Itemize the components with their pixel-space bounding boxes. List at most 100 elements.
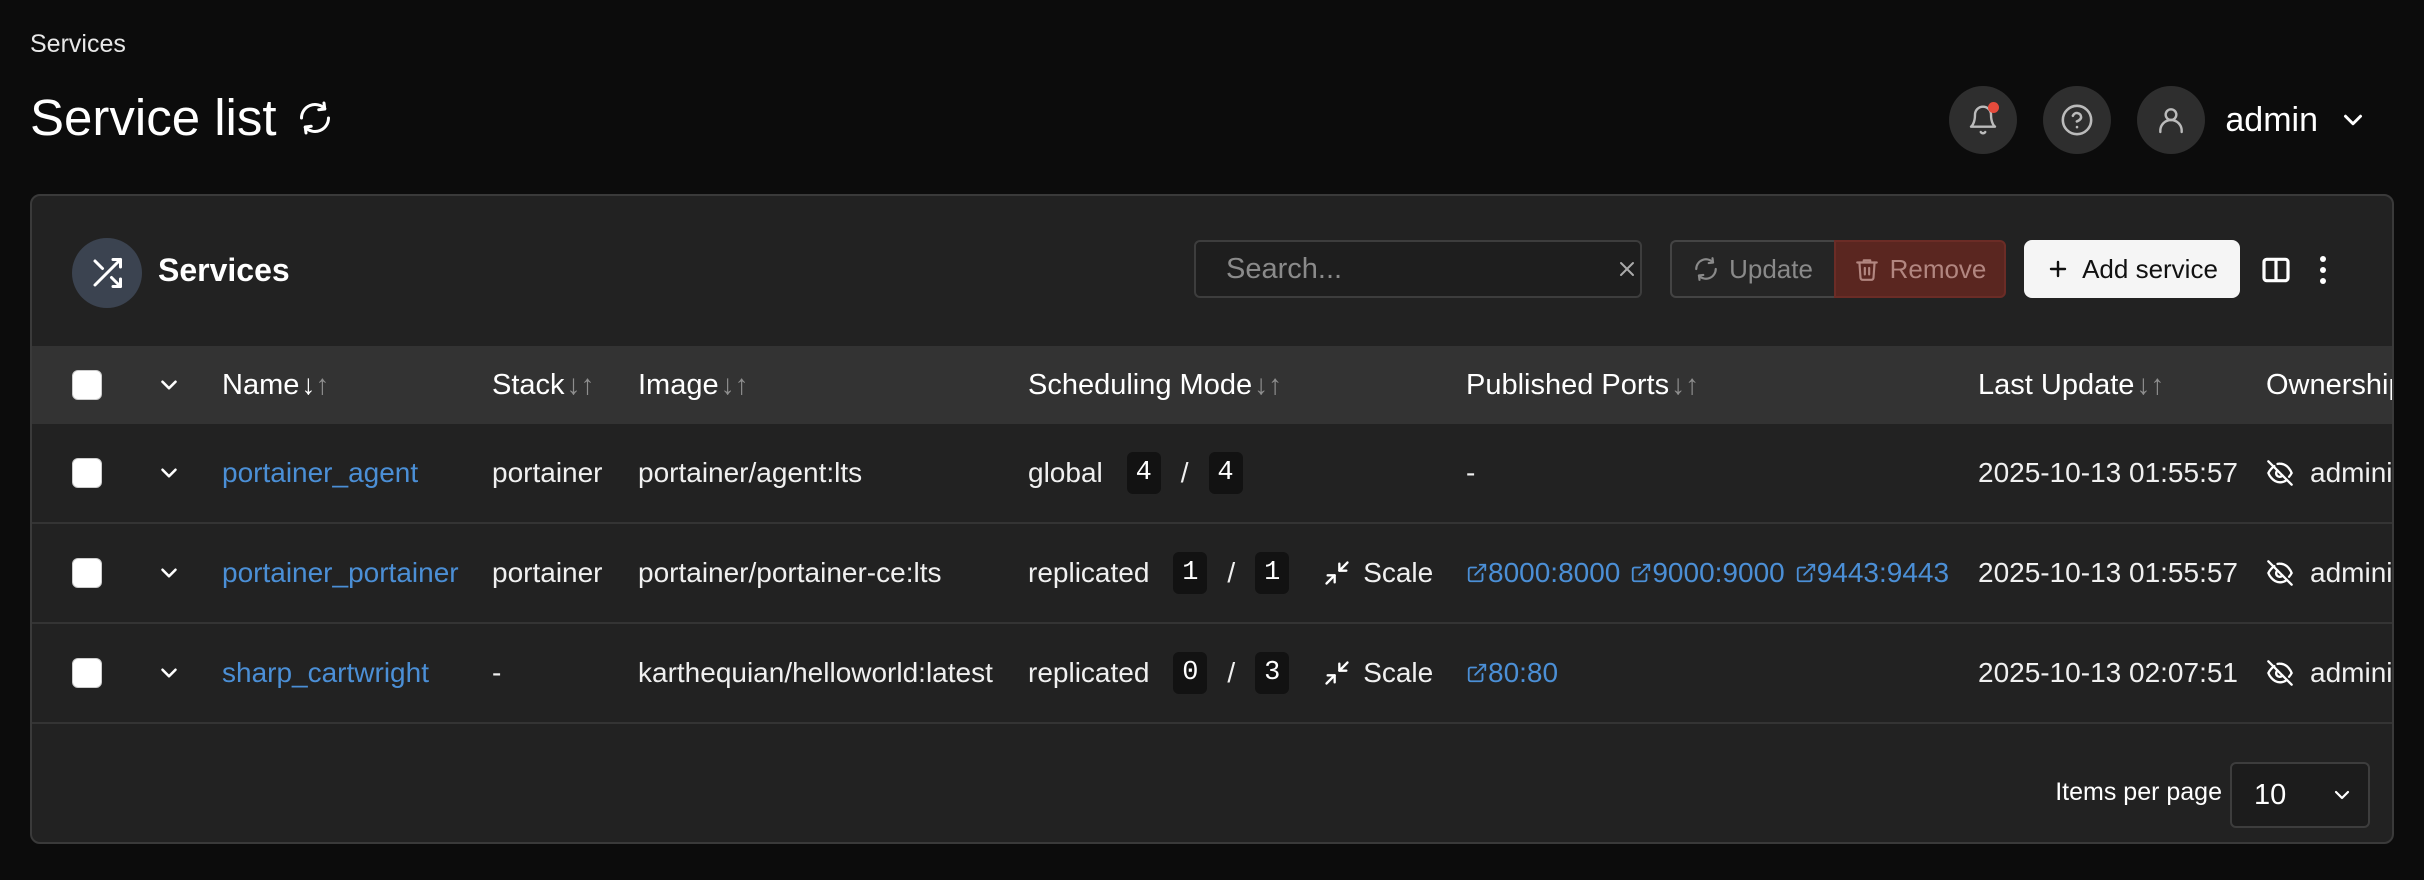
scale-button[interactable]: Scale — [1323, 657, 1433, 689]
sort-down-glyph: ↓ — [301, 369, 316, 400]
row-expand-button[interactable] — [156, 460, 182, 486]
sort-indicator: ↓↑ — [721, 369, 749, 401]
external-link-icon — [1467, 563, 1487, 583]
port-value: 8000:8000 — [1488, 557, 1621, 588]
port-value: 80:80 — [1488, 657, 1559, 688]
sort-up-glyph: ↑ — [315, 369, 330, 400]
items-per-page-value: 10 — [2254, 778, 2287, 811]
eye-off-icon — [2267, 460, 2293, 486]
sort-down-glyph: ↓ — [720, 369, 735, 400]
add-service-button[interactable]: Add service — [2024, 240, 2240, 298]
port-link[interactable]: 9000:9000 — [1630, 557, 1785, 589]
help-button[interactable] — [2043, 86, 2112, 154]
row-checkbox[interactable] — [72, 658, 102, 688]
port-link[interactable]: 9443:9443 — [1795, 557, 1949, 589]
row-checkbox[interactable] — [72, 558, 102, 588]
help-circle-icon — [2061, 104, 2093, 136]
notifications-button[interactable] — [1949, 86, 2018, 154]
service-image: portainer/portainer-ce:lts — [638, 557, 942, 588]
ownership-cell: administrators — [2266, 424, 2392, 522]
ownership-value: administrators — [2310, 657, 2393, 688]
chevron-down-icon — [2344, 114, 2362, 126]
select-all-checkbox[interactable] — [72, 370, 102, 400]
desired-tasks-badge: 1 — [1255, 552, 1290, 594]
table-row: portainer_portainer portainer portainer/… — [32, 524, 2392, 624]
refresh-icon — [299, 101, 330, 134]
column-header-published-ports[interactable]: Published Ports ↓↑ — [1466, 346, 1699, 424]
plus-icon — [2049, 260, 2067, 278]
service-image: portainer/agent:lts — [638, 457, 863, 488]
last-update: 2025-10-13 01:55:57 — [1978, 457, 2238, 488]
page-title: Service list — [30, 89, 277, 146]
column-header-image[interactable]: Image ↓↑ — [638, 346, 749, 424]
expand-all-button[interactable] — [156, 346, 182, 424]
add-service-label: Add service — [2082, 253, 2218, 284]
external-link-icon — [1467, 663, 1487, 683]
scale-button[interactable]: Scale — [1323, 557, 1433, 589]
remove-button[interactable]: Remove — [1834, 240, 2006, 298]
table-row: portainer_agent portainer portainer/agen… — [32, 424, 2392, 524]
services-panel: Services Update Remove Add service — [30, 194, 2394, 844]
column-header-ownership[interactable]: Ownership — [2266, 346, 2394, 424]
column-header-name[interactable]: Name ↓↑ — [222, 346, 329, 424]
scheduling-cell: replicated 0 / 3 Scale — [1028, 624, 1433, 722]
columns-icon — [2262, 257, 2290, 283]
column-label: Ownership — [2266, 368, 2394, 401]
column-label: Image — [638, 368, 719, 401]
search-input[interactable] — [1226, 252, 1603, 286]
refresh-button[interactable] — [295, 98, 335, 138]
column-header-last-update[interactable]: Last Update ↓↑ — [1978, 346, 2164, 424]
row-expand-button[interactable] — [156, 560, 182, 586]
sort-up-glyph: ↑ — [2150, 369, 2165, 400]
column-header-scheduling-mode[interactable]: Scheduling Mode ↓↑ — [1028, 346, 1282, 424]
sort-up-glyph: ↑ — [1268, 369, 1283, 400]
chevron-down-icon — [161, 568, 177, 578]
update-button[interactable]: Update — [1670, 240, 1834, 298]
row-expand-button[interactable] — [156, 660, 182, 686]
chevron-down-icon — [161, 468, 177, 478]
trash-icon — [1855, 259, 1878, 281]
scheduling-cell: global 4 / 4 — [1028, 424, 1243, 522]
port-value: 9443:9443 — [1816, 557, 1950, 588]
user-menu[interactable]: admin — [2137, 86, 2368, 154]
eye-off-icon — [2267, 560, 2293, 586]
shuffle-icon — [93, 258, 122, 288]
sort-indicator: ↓↑ — [567, 369, 595, 401]
sort-down-glyph: ↓ — [566, 369, 581, 400]
table-row: sharp_cartwright - karthequian/helloworl… — [32, 624, 2392, 724]
port-link[interactable]: 80:80 — [1466, 657, 1558, 689]
running-tasks-badge: 0 — [1173, 652, 1208, 694]
no-ports: - — [1466, 457, 1476, 488]
running-tasks-badge: 1 — [1173, 552, 1208, 594]
service-stack: portainer — [492, 457, 603, 488]
table-footer: Items per page 10 — [32, 724, 2392, 842]
row-checkbox[interactable] — [72, 458, 102, 488]
column-header-stack[interactable]: Stack ↓↑ — [492, 346, 595, 424]
more-options-button[interactable] — [2308, 252, 2338, 288]
columns-button[interactable] — [2258, 252, 2294, 288]
scheduling-mode: replicated — [1028, 657, 1150, 688]
sort-up-glyph: ↑ — [1685, 369, 1700, 400]
refresh-icon — [1695, 257, 1717, 281]
panel-icon — [72, 238, 142, 308]
update-label: Update — [1729, 253, 1813, 284]
items-per-page-select[interactable]: 10 — [2230, 762, 2370, 828]
minimize-icon — [1325, 561, 1349, 585]
task-separator: / — [1180, 457, 1189, 488]
search-clear-button[interactable] — [1615, 257, 1639, 281]
close-icon — [1620, 262, 1634, 276]
service-image: karthequian/helloworld:latest — [638, 657, 993, 688]
running-tasks-badge: 4 — [1126, 452, 1161, 494]
port-link[interactable]: 8000:8000 — [1466, 557, 1620, 589]
remove-label: Remove — [1889, 253, 1987, 284]
service-name-link[interactable]: portainer_agent — [222, 457, 418, 489]
column-label: Stack — [492, 368, 565, 401]
sort-up-glyph: ↑ — [734, 369, 749, 400]
column-label: Scheduling Mode — [1028, 368, 1253, 401]
ports-cell: 80:80 — [1466, 624, 1568, 722]
scheduling-mode: replicated — [1028, 557, 1150, 588]
scale-label: Scale — [1363, 557, 1434, 588]
service-name-link[interactable]: portainer_portainer — [222, 557, 459, 589]
service-name-link[interactable]: sharp_cartwright — [222, 657, 429, 689]
chevron-down-icon — [156, 372, 182, 398]
